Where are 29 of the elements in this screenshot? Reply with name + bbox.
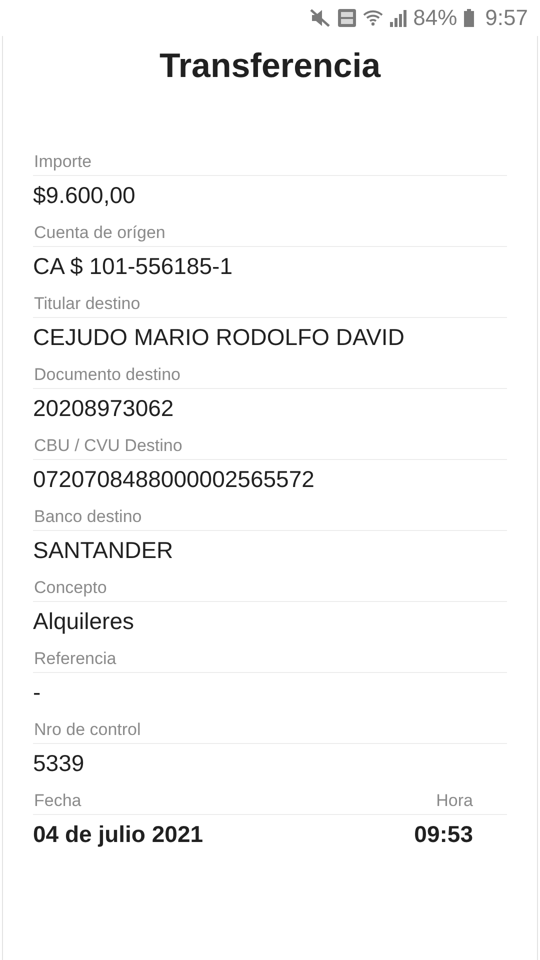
field-label: Cuenta de orígen [33,223,507,247]
field-value: SANTANDER [33,536,174,564]
field-label: Hora [436,791,473,811]
signal-icon [389,8,408,28]
field-label: Documento destino [33,365,507,389]
field-label: Nro de control [33,720,507,744]
field-label: Fecha [34,791,82,811]
field-value: 5339 [33,749,86,777]
field-value: - [33,678,42,706]
clock-time: 9:57 [485,5,528,31]
field-value: CEJUDO MARIO RODOLFO DAVID [33,323,406,351]
battery-percentage: 84% [413,5,458,31]
field-value: CA $ 101-556185-1 [33,252,234,280]
field-label: Referencia [33,649,507,673]
field-value: 04 de julio 2021 [33,821,204,848]
field-label: Importe [33,152,507,176]
field-value: 20208973062 [33,394,175,422]
field-label: Banco destino [33,507,507,531]
field-value: 0720708488000002565572 [33,465,316,493]
field-value: 09:53 [414,821,473,848]
field-label: CBU / CVU Destino [33,436,507,460]
field-label: Concepto [33,578,507,602]
field-value: $9.600,00 [33,181,136,209]
field-label: Titular destino [33,294,507,318]
wifi-icon [363,8,384,28]
receipt-title: Transferencia [158,46,382,86]
battery-icon [463,8,476,28]
mute-icon [309,8,332,28]
field-value: Alquileres [33,607,135,635]
